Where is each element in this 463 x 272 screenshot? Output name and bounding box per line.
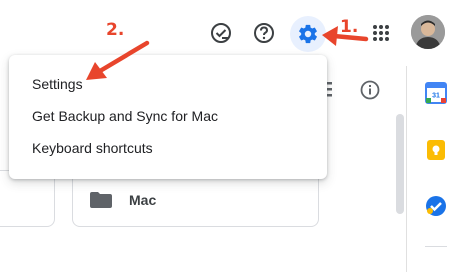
side-panel: 31: [406, 66, 463, 272]
menu-item-label: Settings: [32, 76, 83, 92]
calendar-icon[interactable]: 31: [425, 82, 447, 104]
keep-icon[interactable]: [425, 139, 447, 161]
gear-icon: [297, 23, 319, 45]
annotation-step-1: 1.: [340, 17, 359, 37]
menu-item-keyboard-shortcuts[interactable]: Keyboard shortcuts: [9, 132, 327, 164]
menu-item-label: Get Backup and Sync for Mac: [32, 108, 218, 124]
folder-icon: [90, 192, 112, 213]
settings-button[interactable]: [290, 16, 326, 52]
menu-item-backup-and-sync[interactable]: Get Backup and Sync for Mac: [9, 100, 327, 132]
support-icon[interactable]: [206, 18, 236, 48]
avatar[interactable]: [411, 15, 445, 49]
calendar-day: 31: [432, 93, 440, 100]
settings-menu: Settings Get Backup and Sync for Mac Key…: [9, 55, 327, 179]
help-icon[interactable]: [249, 18, 279, 48]
info-icon[interactable]: [360, 80, 380, 100]
annotation-step-2: 2.: [106, 20, 125, 40]
apps-grid-icon[interactable]: [366, 18, 396, 48]
menu-item-settings[interactable]: Settings: [9, 68, 327, 100]
side-panel-divider: [425, 246, 447, 247]
tasks-icon[interactable]: [425, 195, 447, 217]
folder-label: Mac: [129, 192, 157, 208]
menu-item-label: Keyboard shortcuts: [32, 140, 153, 156]
scrollbar[interactable]: [396, 114, 404, 214]
